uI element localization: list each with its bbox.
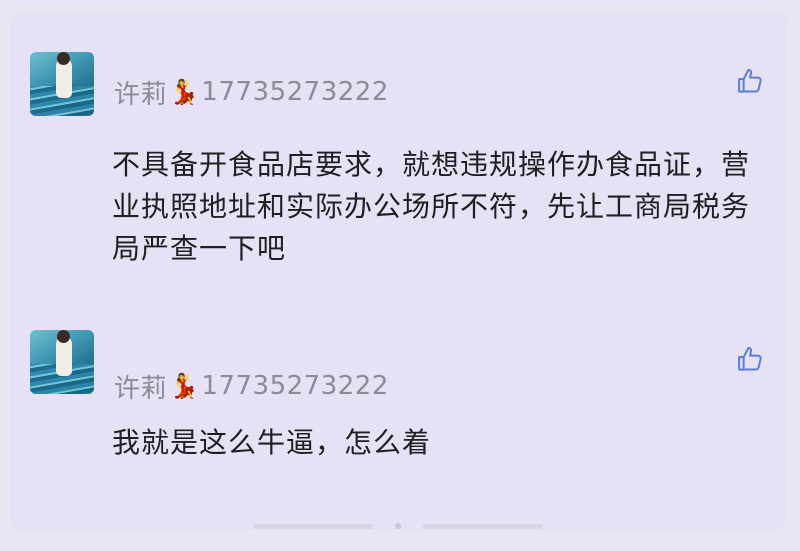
thumbs-up-icon: [738, 346, 762, 371]
scroll-dot: [395, 523, 401, 529]
username: 许莉: [114, 79, 168, 110]
dancer-emoji-icon: [169, 374, 199, 398]
like-button[interactable]: [736, 344, 766, 374]
user-phone: 17735273222: [201, 371, 389, 401]
user-avatar[interactable]: [30, 52, 94, 116]
like-button[interactable]: [736, 66, 766, 96]
dancer-emoji-icon: [169, 80, 199, 104]
comment-author[interactable]: 许莉 17735273222: [114, 366, 389, 406]
user-phone: 17735273222: [201, 77, 389, 107]
user-avatar[interactable]: [30, 330, 94, 394]
comment-text: 不具备开食品店要求，就想违规操作办食品证，营业执照地址和实际办公场所不符，先让工…: [112, 148, 751, 265]
comment-author[interactable]: 许莉 17735273222: [114, 72, 389, 112]
comments-panel: 许莉 17735273222 不具备开食品店要求，就想违规操作办食品证，营业执照…: [10, 12, 786, 530]
scroll-bar-left: [253, 523, 373, 529]
avatar-head: [57, 52, 70, 65]
thumbs-up-icon: [738, 68, 762, 93]
scroll-indicator: [10, 520, 786, 532]
username: 许莉: [114, 373, 168, 404]
comment-item: 许莉 17735273222 不具备开食品店要求，就想违规操作办食品证，营业执照…: [10, 12, 786, 312]
avatar-head: [57, 330, 70, 343]
comment-item: 许莉 17735273222 我就是这么牛逼，怎么着: [10, 312, 786, 530]
scroll-bar-right: [423, 523, 543, 529]
comment-text: 我就是这么牛逼，怎么着: [112, 426, 432, 459]
